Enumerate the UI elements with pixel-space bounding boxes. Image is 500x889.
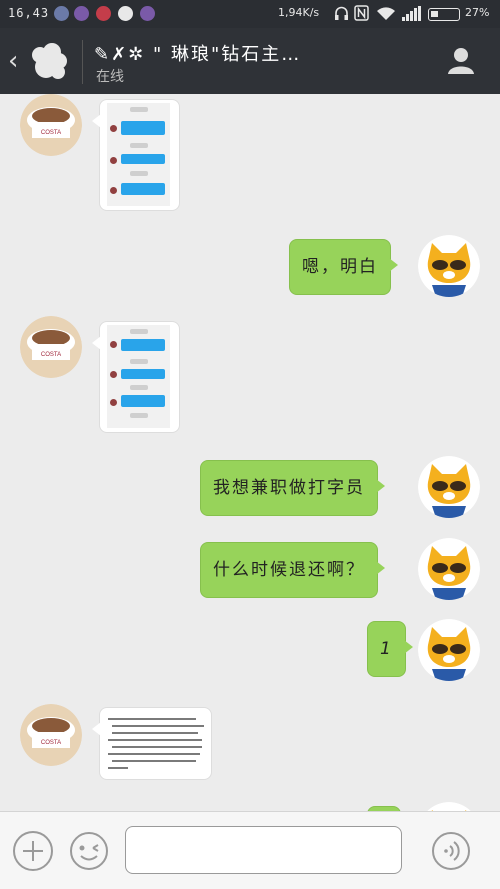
plus-icon[interactable]	[13, 831, 53, 871]
nfc-icon	[354, 5, 369, 21]
emoji-icon[interactable]	[69, 831, 109, 871]
svg-text:COSTA: COSTA	[41, 352, 61, 358]
app-notification-icon	[96, 6, 111, 21]
chat-header: ‹ ✎✗✲ " 琳琅"钻石主… 在线	[0, 28, 500, 94]
person-icon[interactable]	[446, 46, 476, 76]
sent-message[interactable]: 嗯，明白	[289, 239, 398, 295]
screenshot-thumbnail	[107, 103, 170, 206]
app-notification-icon	[118, 6, 133, 21]
screenshot-thumbnail	[107, 325, 170, 428]
network-speed: 1,94K/s	[278, 6, 320, 19]
battery-icon	[428, 8, 460, 21]
my-avatar[interactable]	[418, 235, 480, 297]
wifi-icon	[377, 7, 395, 21]
contact-avatar[interactable]: COSTA	[20, 704, 82, 766]
online-status: 在线	[96, 69, 124, 85]
sent-message[interactable]: 什么时候退还啊？	[200, 542, 385, 598]
header-divider	[82, 40, 83, 84]
signal-icon	[402, 6, 421, 21]
my-avatar[interactable]	[418, 538, 480, 600]
chat-area[interactable]: COSTA 嗯，明白 COSTA 我想兼职做打字员 什么时候退还啊？ 1 COS…	[0, 94, 500, 811]
back-icon[interactable]: ‹	[8, 46, 18, 76]
image-message[interactable]	[92, 99, 180, 211]
document-thumbnail	[108, 716, 204, 772]
status-bar: 16,43 1,94K/s 27%	[0, 0, 500, 28]
app-notification-icon	[74, 6, 89, 21]
svg-text:COSTA: COSTA	[41, 130, 61, 136]
my-avatar[interactable]	[418, 802, 480, 811]
headphones-icon	[335, 6, 348, 20]
contact-avatar[interactable]	[28, 41, 70, 83]
message-input[interactable]	[125, 826, 402, 874]
sent-message[interactable]: 1	[367, 621, 413, 677]
image-message[interactable]	[92, 321, 180, 433]
image-message[interactable]	[92, 707, 212, 780]
app-notification-icon	[140, 6, 155, 21]
my-avatar[interactable]	[418, 456, 480, 518]
contact-avatar[interactable]: COSTA	[20, 316, 82, 378]
battery-percent: 27%	[465, 6, 490, 19]
voice-icon[interactable]	[431, 831, 471, 871]
status-time: 16,43	[8, 6, 50, 20]
contact-avatar[interactable]: COSTA	[20, 94, 82, 156]
sent-message[interactable]: 我想兼职做打字员	[200, 460, 385, 516]
input-bar	[0, 811, 500, 889]
svg-text:COSTA: COSTA	[41, 740, 61, 746]
my-avatar[interactable]	[418, 619, 480, 681]
chat-title: ✎✗✲ " 琳琅"钻石主…	[94, 44, 302, 65]
app-notification-icon	[54, 6, 69, 21]
